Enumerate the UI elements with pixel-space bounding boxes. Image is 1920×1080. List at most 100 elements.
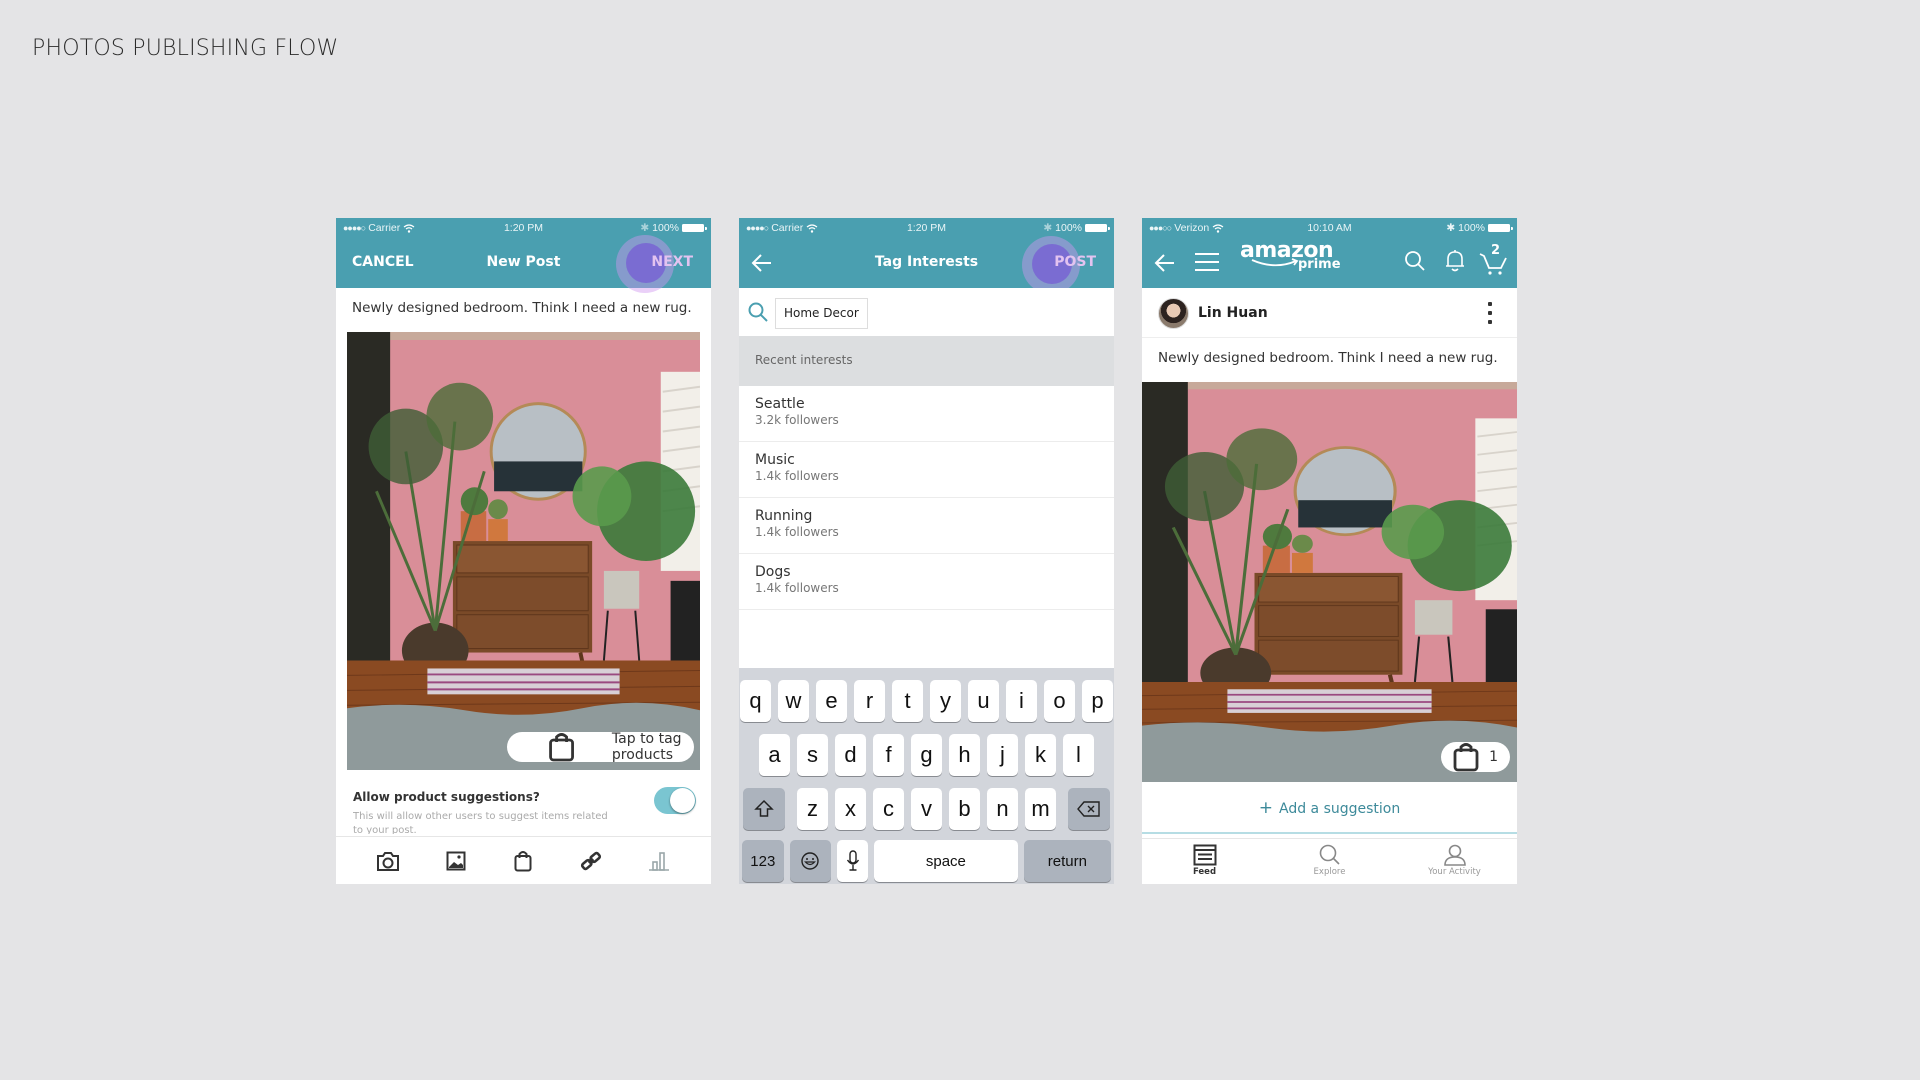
- bar-chart-icon[interactable]: [646, 848, 672, 874]
- search-icon[interactable]: [747, 301, 769, 323]
- key-c[interactable]: c: [873, 788, 904, 830]
- bedroom-photo-image: [347, 332, 700, 770]
- key-s[interactable]: s: [797, 734, 828, 776]
- shopping-bag-icon[interactable]: [510, 848, 536, 874]
- key-k[interactable]: k: [1025, 734, 1056, 776]
- allow-suggestions-toggle[interactable]: [654, 787, 696, 814]
- numbers-key[interactable]: 123: [742, 840, 784, 882]
- key-y[interactable]: y: [930, 680, 961, 722]
- key-p[interactable]: p: [1082, 680, 1113, 722]
- brand-sub: prime: [1298, 257, 1341, 272]
- app-bar: ●●●○○ Verizon 10:10 AM ✱ 100% amazon prime…: [1142, 218, 1517, 288]
- emoji-icon: [801, 852, 820, 870]
- key-g[interactable]: g: [911, 734, 942, 776]
- backspace-key[interactable]: [1068, 788, 1110, 830]
- microphone-key[interactable]: [837, 840, 869, 882]
- battery-label: 100%: [1055, 222, 1082, 234]
- key-i[interactable]: i: [1006, 680, 1037, 722]
- back-arrow-icon[interactable]: [1152, 250, 1178, 276]
- post-caption-input[interactable]: Newly designed bedroom. Think I need a n…: [352, 300, 692, 316]
- battery-label: 100%: [652, 222, 679, 234]
- interest-search-input[interactable]: Home Decor: [775, 298, 868, 329]
- interest-name: Dogs: [755, 564, 791, 580]
- toggle-knob: [670, 788, 695, 813]
- tagged-products-button[interactable]: 1: [1441, 742, 1510, 772]
- interest-item[interactable]: Seattle 3.2k followers: [739, 386, 1114, 442]
- status-bar: ●●●●○ Carrier 1:20 PM ✱ 100%: [336, 218, 711, 238]
- on-screen-keyboard: q w e r t y u i o p a s d f g h j k l z …: [739, 668, 1114, 884]
- bottom-tab-bar: Feed Explore Your Activity: [1142, 838, 1517, 884]
- interest-search-bar: Home Decor: [739, 288, 1114, 336]
- allow-suggestions-title: Allow product suggestions?: [353, 790, 540, 804]
- more-options-icon[interactable]: [1487, 302, 1493, 324]
- battery-icon: [1085, 224, 1110, 232]
- interest-item[interactable]: Music 1.4k followers: [739, 442, 1114, 498]
- key-h[interactable]: h: [949, 734, 980, 776]
- key-v[interactable]: v: [911, 788, 942, 830]
- post-button[interactable]: POST: [1054, 254, 1096, 270]
- tab-explore[interactable]: Explore: [1267, 839, 1392, 884]
- amazon-prime-logo[interactable]: amazon prime: [1240, 238, 1341, 274]
- shopping-bag-icon: [1453, 743, 1479, 772]
- tab-feed[interactable]: Feed: [1142, 839, 1267, 884]
- key-b[interactable]: b: [949, 788, 980, 830]
- key-w[interactable]: w: [778, 680, 809, 722]
- post-photo[interactable]: Tap to tag products: [347, 332, 700, 770]
- shift-key[interactable]: [743, 788, 785, 830]
- emoji-key[interactable]: [789, 840, 832, 882]
- key-x[interactable]: x: [835, 788, 866, 830]
- key-a[interactable]: a: [759, 734, 790, 776]
- status-bar: ●●●●○ Carrier 1:20 PM ✱ 100%: [739, 218, 1114, 238]
- battery-icon: [1488, 224, 1513, 232]
- interest-followers: 1.4k followers: [755, 469, 839, 483]
- backspace-icon: [1077, 801, 1100, 817]
- hamburger-menu-icon[interactable]: [1194, 251, 1220, 273]
- key-d[interactable]: d: [835, 734, 866, 776]
- add-suggestion-label: Add a suggestion: [1279, 801, 1401, 817]
- key-r[interactable]: r: [854, 680, 885, 722]
- link-icon[interactable]: [578, 848, 604, 874]
- user-icon: [1443, 844, 1466, 866]
- battery-label: 100%: [1458, 222, 1485, 234]
- microphone-icon: [846, 850, 859, 871]
- bluetooth-icon: ✱: [1446, 222, 1456, 234]
- bedroom-photo-image: [1142, 382, 1517, 782]
- key-u[interactable]: u: [968, 680, 999, 722]
- search-icon[interactable]: [1404, 250, 1426, 272]
- plus-icon: +: [1258, 798, 1273, 818]
- key-j[interactable]: j: [987, 734, 1018, 776]
- explore-search-icon: [1319, 844, 1340, 865]
- next-button[interactable]: NEXT: [651, 254, 693, 270]
- key-e[interactable]: e: [816, 680, 847, 722]
- interest-item[interactable]: Dogs 1.4k followers: [739, 554, 1114, 610]
- key-z[interactable]: z: [797, 788, 828, 830]
- return-key[interactable]: return: [1023, 840, 1111, 882]
- key-f[interactable]: f: [873, 734, 904, 776]
- key-q[interactable]: q: [740, 680, 771, 722]
- post-photo[interactable]: 1: [1142, 382, 1517, 782]
- interest-item[interactable]: Running 1.4k followers: [739, 498, 1114, 554]
- key-m[interactable]: m: [1025, 788, 1056, 830]
- tag-products-label: Tap to tag products: [611, 731, 682, 763]
- key-t[interactable]: t: [892, 680, 923, 722]
- avatar[interactable]: [1158, 298, 1189, 329]
- allow-suggestions-description: This will allow other users to suggest i…: [353, 811, 608, 834]
- space-key[interactable]: space: [874, 840, 1018, 882]
- feed-icon: [1193, 844, 1216, 866]
- interest-name: Running: [755, 508, 813, 524]
- page-title: PHOTOS PUBLISHING FLOW: [32, 36, 339, 61]
- key-o[interactable]: o: [1044, 680, 1075, 722]
- shift-icon: [754, 799, 774, 817]
- key-n[interactable]: n: [987, 788, 1018, 830]
- post-toolbar: [336, 836, 711, 884]
- tag-products-button[interactable]: Tap to tag products: [506, 731, 694, 763]
- key-l[interactable]: l: [1063, 734, 1094, 776]
- camera-icon[interactable]: [375, 848, 401, 874]
- bell-icon[interactable]: [1445, 249, 1465, 273]
- image-icon[interactable]: [443, 848, 469, 874]
- post-caption: Newly designed bedroom. Think I need a n…: [1158, 350, 1498, 366]
- tab-your-activity[interactable]: Your Activity: [1392, 839, 1517, 884]
- add-suggestion-button[interactable]: + Add a suggestion: [1142, 784, 1517, 834]
- author-name[interactable]: Lin Huan: [1198, 305, 1268, 321]
- tab-label: Explore: [1313, 867, 1346, 877]
